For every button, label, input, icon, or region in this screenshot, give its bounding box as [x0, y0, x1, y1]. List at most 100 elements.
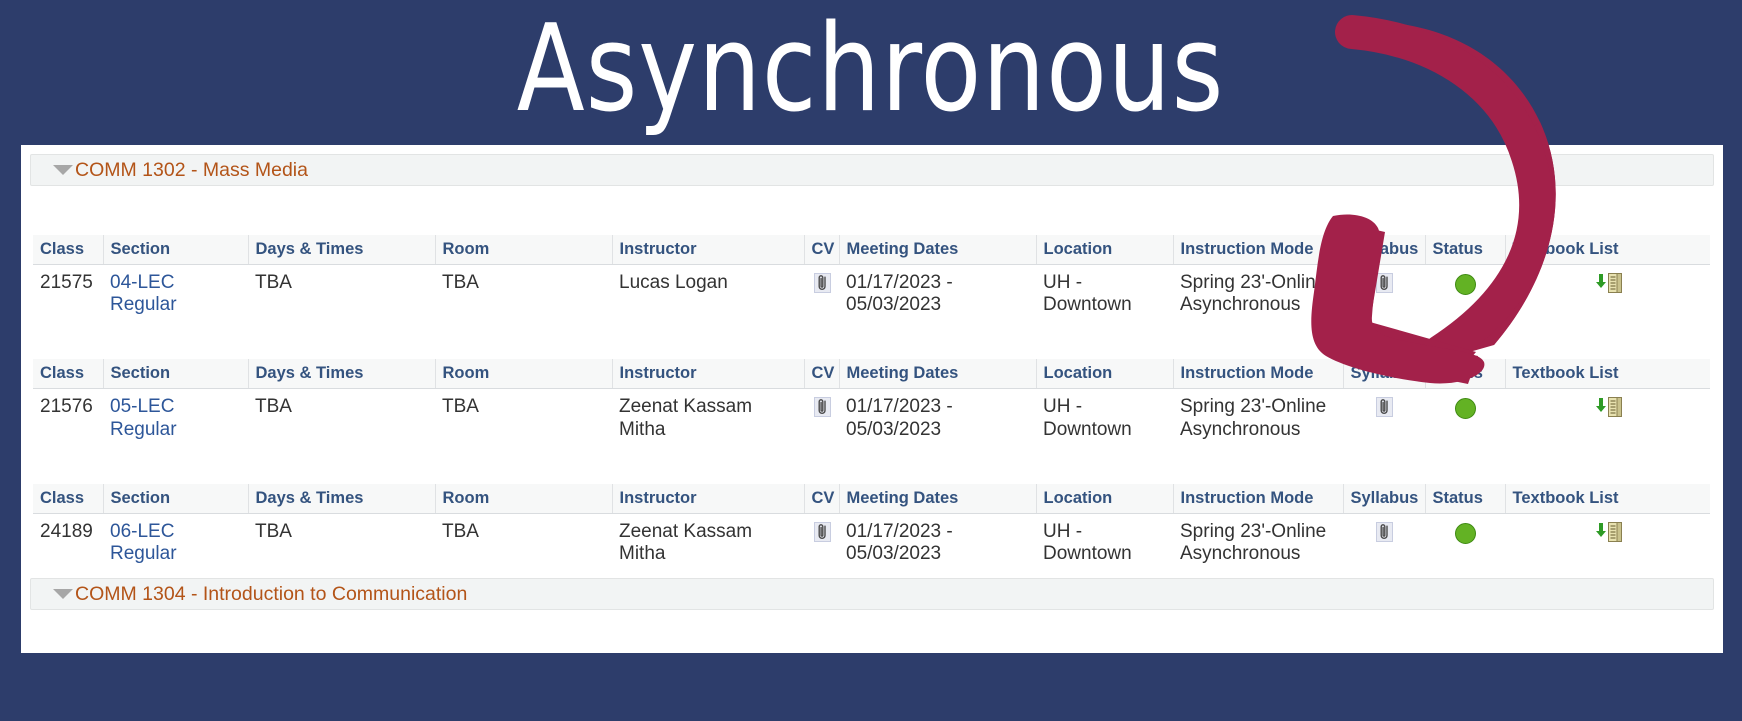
green-circle-open-status-icon	[1455, 522, 1476, 544]
green-circle-open-status-icon	[1455, 398, 1476, 420]
column-header-instruction-mode[interactable]: Instruction Mode	[1173, 483, 1344, 514]
banner: Asynchronous	[0, 0, 1742, 145]
column-header-status[interactable]: Status	[1425, 483, 1506, 514]
cell-instructor: Zeenat Kassam Mitha	[612, 513, 804, 575]
column-header-instruction-mode[interactable]: Instruction Mode	[1173, 359, 1344, 390]
cell-status	[1425, 513, 1505, 575]
column-header-location[interactable]: Location	[1036, 235, 1174, 265]
class-section-table: Class Section Days & Times Room Instruct…	[33, 359, 1710, 450]
cell-instruction-mode: Spring 23'-Online Asynchronous	[1173, 388, 1343, 450]
cell-cv[interactable]	[804, 388, 839, 450]
column-header-class[interactable]: Class	[33, 235, 104, 265]
paperclip-icon[interactable]	[813, 273, 831, 293]
column-header-meeting-dates[interactable]: Meeting Dates	[839, 235, 1037, 265]
course-group-header-comm-1302[interactable]: COMM 1302 - Mass Media	[30, 154, 1714, 186]
cell-location: UH - Downtown	[1036, 388, 1173, 450]
cell-instructor: Zeenat Kassam Mitha	[612, 388, 804, 450]
column-header-textbook-list[interactable]: Textbook List	[1505, 235, 1710, 265]
table-row: 21576 05-LEC Regular TBA TBA Zeenat Kass…	[33, 388, 1710, 450]
column-header-meeting-dates[interactable]: Meeting Dates	[839, 359, 1037, 390]
paperclip-icon[interactable]	[813, 521, 831, 542]
table-row: 21575 04-LEC Regular TBA TBA Lucas Logan…	[33, 264, 1710, 326]
cell-section[interactable]: 05-LEC Regular	[103, 388, 248, 450]
class-section-table: Class Section Days & Times Room Instruct…	[33, 235, 1710, 326]
course-group-title: COMM 1302 - Mass Media	[75, 158, 308, 181]
column-header-section[interactable]: Section	[103, 359, 249, 390]
column-header-instruction-mode[interactable]: Instruction Mode	[1173, 235, 1344, 265]
column-header-days-times[interactable]: Days & Times	[248, 235, 436, 265]
cell-cv[interactable]	[804, 513, 839, 575]
paperclip-icon[interactable]	[813, 397, 831, 418]
section-link[interactable]: 06-LEC Regular	[110, 521, 177, 564]
course-group-header-comm-1304[interactable]: COMM 1304 - Introduction to Communicatio…	[30, 578, 1714, 611]
table-header-row: Class Section Days & Times Room Instruct…	[33, 483, 1710, 514]
column-header-cv[interactable]: CV	[804, 483, 840, 514]
screenshot-root: Asynchronous COMM 1302 - Mass Media Clas…	[0, 0, 1742, 721]
column-header-section[interactable]: Section	[103, 235, 249, 265]
cell-cv[interactable]	[804, 264, 839, 326]
cell-location: UH - Downtown	[1036, 264, 1173, 326]
cell-instruction-mode: Spring 23'-Online Asynchronous	[1173, 513, 1343, 575]
cell-room: TBA	[435, 388, 612, 450]
section-divider-spacer	[33, 450, 1711, 484]
column-header-instructor[interactable]: Instructor	[612, 235, 805, 265]
page-title: Asynchronous	[517, 0, 1225, 139]
column-header-days-times[interactable]: Days & Times	[248, 359, 436, 390]
column-header-instructor[interactable]: Instructor	[612, 359, 805, 390]
cell-section[interactable]: 06-LEC Regular	[103, 513, 248, 575]
column-header-cv[interactable]: CV	[804, 235, 840, 265]
section-link[interactable]: 05-LEC Regular	[110, 396, 177, 439]
column-header-instructor[interactable]: Instructor	[612, 483, 805, 514]
paperclip-icon[interactable]	[1376, 273, 1393, 293]
table-header-row: Class Section Days & Times Room Instruct…	[33, 235, 1710, 265]
column-header-status[interactable]: Status	[1425, 235, 1506, 265]
column-header-textbook-list[interactable]: Textbook List	[1505, 359, 1710, 390]
paperclip-icon[interactable]	[1376, 521, 1393, 542]
cell-location: UH - Downtown	[1036, 513, 1173, 575]
column-header-syllabus[interactable]: Syllabus	[1343, 359, 1426, 390]
column-header-syllabus[interactable]: Syllabus	[1343, 483, 1426, 514]
cell-room: TBA	[435, 513, 612, 575]
column-header-meeting-dates[interactable]: Meeting Dates	[839, 483, 1037, 514]
column-header-room[interactable]: Room	[435, 359, 613, 390]
table-row: 24189 06-LEC Regular TBA TBA Zeenat Kass…	[33, 513, 1710, 575]
cell-textbook-list[interactable]	[1505, 264, 1710, 326]
cell-class-number: 24189	[33, 513, 103, 575]
cell-class-number: 21575	[33, 264, 103, 326]
column-header-class[interactable]: Class	[33, 483, 104, 514]
cell-section[interactable]: 04-LEC Regular	[103, 264, 248, 326]
column-header-syllabus[interactable]: Syllabus	[1343, 235, 1426, 265]
download-textbook-list-icon[interactable]	[1593, 272, 1623, 294]
column-header-room[interactable]: Room	[435, 235, 613, 265]
cell-days-times: TBA	[248, 264, 435, 326]
column-header-textbook-list[interactable]: Textbook List	[1505, 483, 1710, 514]
cell-syllabus[interactable]	[1343, 264, 1425, 326]
cell-room: TBA	[435, 264, 612, 326]
download-textbook-list-icon[interactable]	[1593, 521, 1623, 543]
column-header-status[interactable]: Status	[1425, 359, 1506, 390]
cell-instructor: Lucas Logan	[612, 264, 804, 326]
download-textbook-list-icon[interactable]	[1593, 396, 1623, 418]
paperclip-icon[interactable]	[1376, 397, 1393, 418]
cell-meeting-dates: 01/17/2023 - 05/03/2023	[839, 388, 1036, 450]
column-header-cv[interactable]: CV	[804, 359, 840, 390]
column-header-room[interactable]: Room	[435, 483, 613, 514]
course-group-body-comm-1302: Class Section Days & Times Room Instruct…	[21, 186, 1723, 575]
cell-textbook-list[interactable]	[1505, 388, 1710, 450]
column-header-class[interactable]: Class	[33, 359, 104, 390]
column-header-days-times[interactable]: Days & Times	[248, 483, 436, 514]
section-divider-spacer	[33, 325, 1711, 359]
cell-meeting-dates: 01/17/2023 - 05/03/2023	[839, 513, 1036, 575]
triangle-down-icon[interactable]	[53, 589, 73, 600]
triangle-down-icon[interactable]	[53, 165, 73, 175]
cell-syllabus[interactable]	[1343, 388, 1425, 450]
column-header-section[interactable]: Section	[103, 483, 249, 514]
cell-textbook-list[interactable]	[1505, 513, 1710, 575]
column-header-location[interactable]: Location	[1036, 359, 1174, 390]
class-section-table: Class Section Days & Times Room Instruct…	[33, 483, 1710, 575]
class-search-results-panel: COMM 1302 - Mass Media Class Section Day…	[21, 145, 1723, 653]
cell-instruction-mode: Spring 23'-Online Asynchronous	[1173, 264, 1343, 326]
section-link[interactable]: 04-LEC Regular	[110, 272, 177, 315]
cell-syllabus[interactable]	[1343, 513, 1425, 575]
column-header-location[interactable]: Location	[1036, 483, 1174, 514]
